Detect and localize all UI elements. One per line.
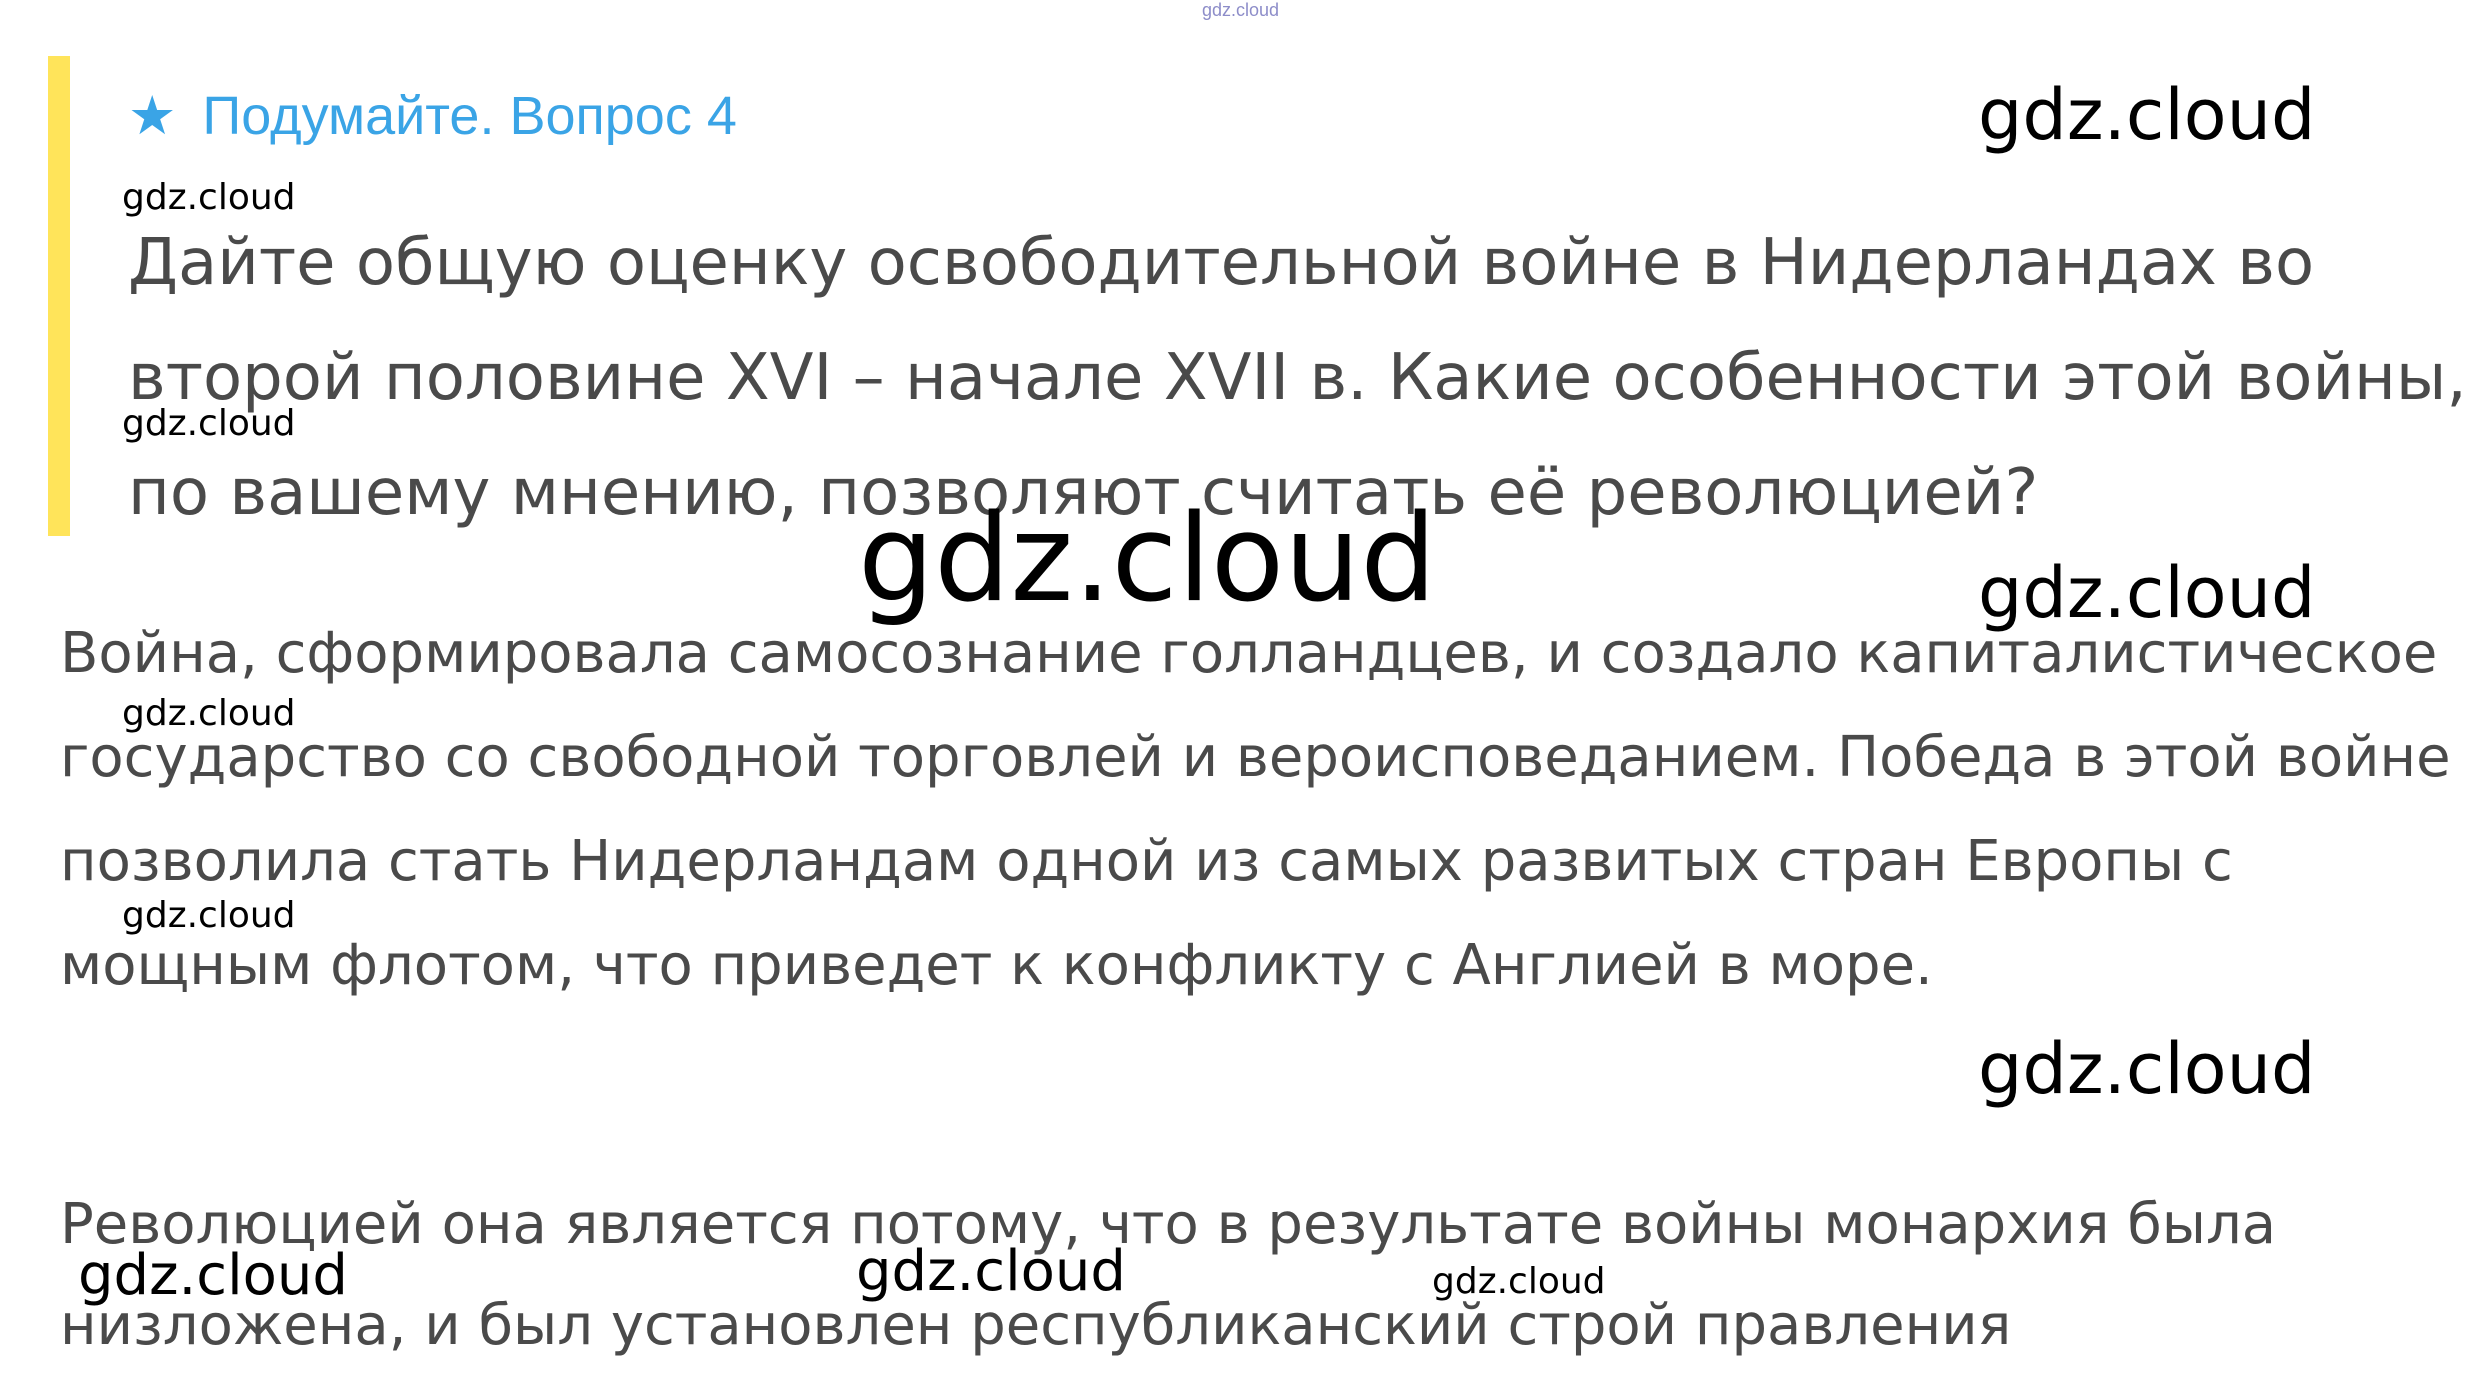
watermark: gdz.cloud <box>122 895 296 936</box>
watermark: gdz.cloud <box>1432 1261 1606 1302</box>
watermark: gdz.cloud <box>122 403 296 444</box>
watermark: gdz.cloud <box>1978 74 2316 156</box>
watermark: gdz.cloud <box>856 1239 1126 1304</box>
star-icon: ★ <box>128 86 177 146</box>
watermark: gdz.cloud <box>858 490 1437 629</box>
top-watermark: gdz.cloud <box>1201 0 1280 20</box>
question-header: ★ Подумайте. Вопрос 4 <box>128 84 737 147</box>
answer-paragraph-1: Война, сформировала самосознание голланд… <box>60 621 2451 998</box>
watermark: gdz.cloud <box>1978 1028 2316 1110</box>
answer-paragraph-2: Революцией она является потому, что в ре… <box>60 1192 2277 1358</box>
watermark: gdz.cloud <box>1978 552 2316 634</box>
watermark: gdz.cloud <box>122 177 296 218</box>
watermark: gdz.cloud <box>78 1243 348 1308</box>
question-title: Подумайте. Вопрос 4 <box>202 86 737 146</box>
watermark: gdz.cloud <box>122 693 296 734</box>
